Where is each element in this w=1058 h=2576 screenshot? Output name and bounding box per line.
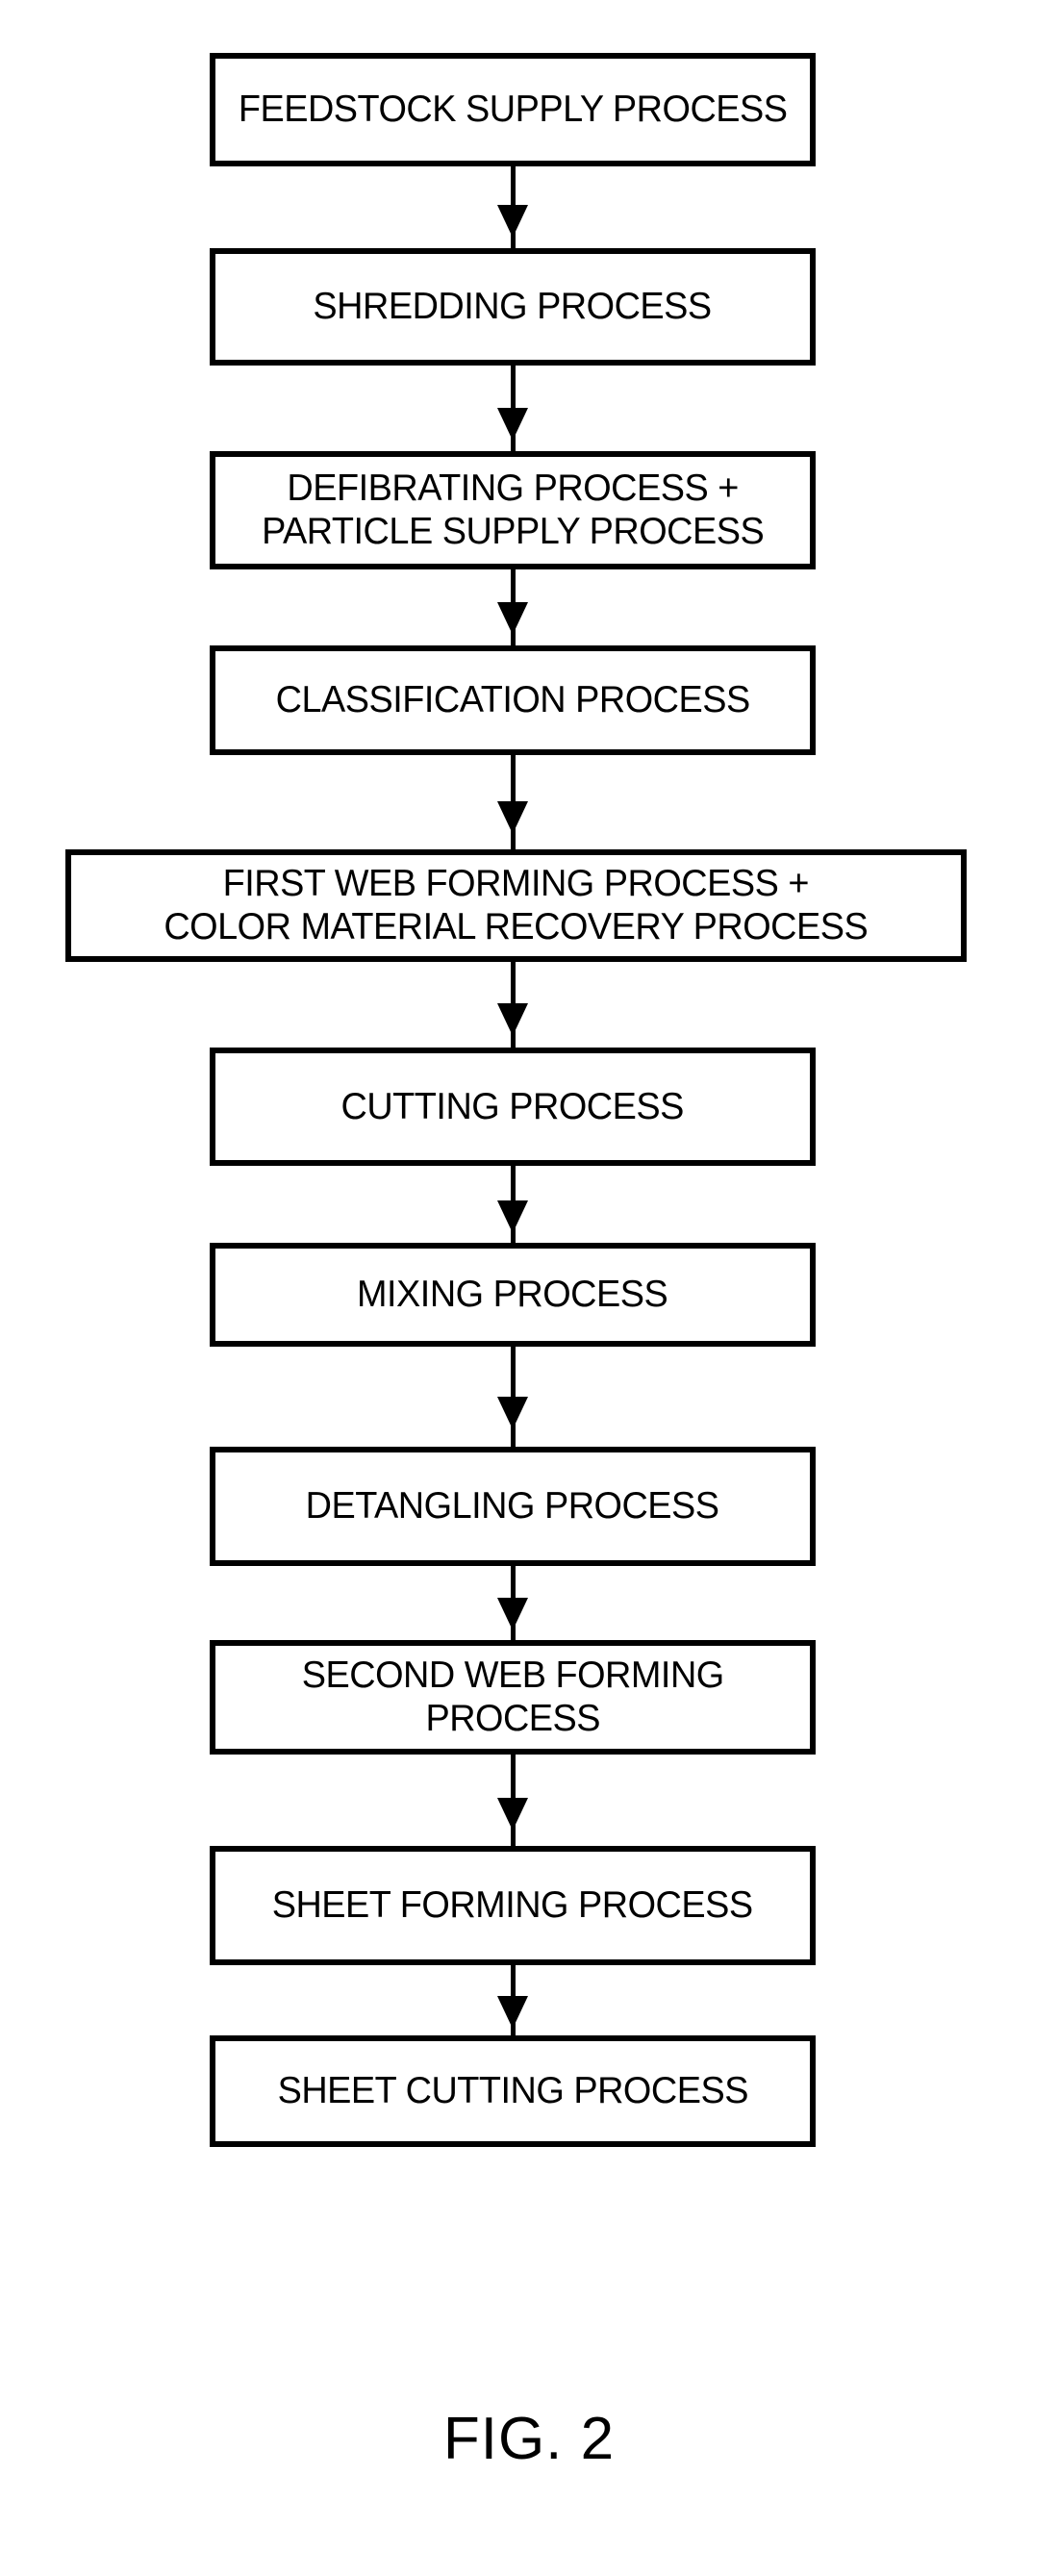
process-box-label: FIRST WEB FORMING PROCESS + COLOR MATERI… [164,863,869,947]
process-box-feedstock-supply: FEEDSTOCK SUPPLY PROCESS [210,53,816,166]
arrow-head-icon [497,205,528,238]
process-box-sheet-forming: SHEET FORMING PROCESS [210,1846,816,1965]
process-box-label: DEFIBRATING PROCESS + PARTICLE SUPPLY PR… [261,467,765,552]
arrow-head-icon [497,408,528,441]
process-box-defibrating-particle-supply: DEFIBRATING PROCESS + PARTICLE SUPPLY PR… [210,451,816,569]
arrow-head-icon [497,1200,528,1233]
process-box-mixing: MIXING PROCESS [210,1243,816,1347]
process-box-classification: CLASSIFICATION PROCESS [210,645,816,755]
process-box-label: SHEET CUTTING PROCESS [277,2070,748,2112]
process-box-label: SHREDDING PROCESS [313,286,713,328]
figure-caption: FIG. 2 [442,2406,616,2472]
process-box-label: SECOND WEB FORMING PROCESS [301,1654,724,1739]
figure-canvas: FEEDSTOCK SUPPLY PROCESS SHREDDING PROCES… [0,0,1058,2576]
arrow-head-icon [497,1397,528,1429]
process-box-first-web-forming-color-recovery: FIRST WEB FORMING PROCESS + COLOR MATERI… [65,849,967,962]
process-box-label: CUTTING PROCESS [340,1085,685,1127]
arrow-head-icon [497,602,528,635]
arrow-head-icon [497,1798,528,1831]
process-box-label: FEEDSTOCK SUPPLY PROCESS [238,88,788,131]
arrow-head-icon [497,1996,528,2029]
process-box-cutting: CUTTING PROCESS [210,1048,816,1166]
process-box-label: MIXING PROCESS [357,1274,668,1316]
process-box-sheet-cutting: SHEET CUTTING PROCESS [210,2035,816,2147]
process-box-label: DETANGLING PROCESS [306,1485,719,1528]
process-box-label: SHEET FORMING PROCESS [272,1884,753,1927]
arrow-head-icon [497,1598,528,1630]
arrow-head-icon [497,801,528,834]
process-box-label: CLASSIFICATION PROCESS [275,679,750,721]
process-box-shredding: SHREDDING PROCESS [210,248,816,366]
process-box-detangling: DETANGLING PROCESS [210,1447,816,1566]
arrow-head-icon [497,1003,528,1036]
process-box-second-web-forming: SECOND WEB FORMING PROCESS [210,1640,816,1755]
